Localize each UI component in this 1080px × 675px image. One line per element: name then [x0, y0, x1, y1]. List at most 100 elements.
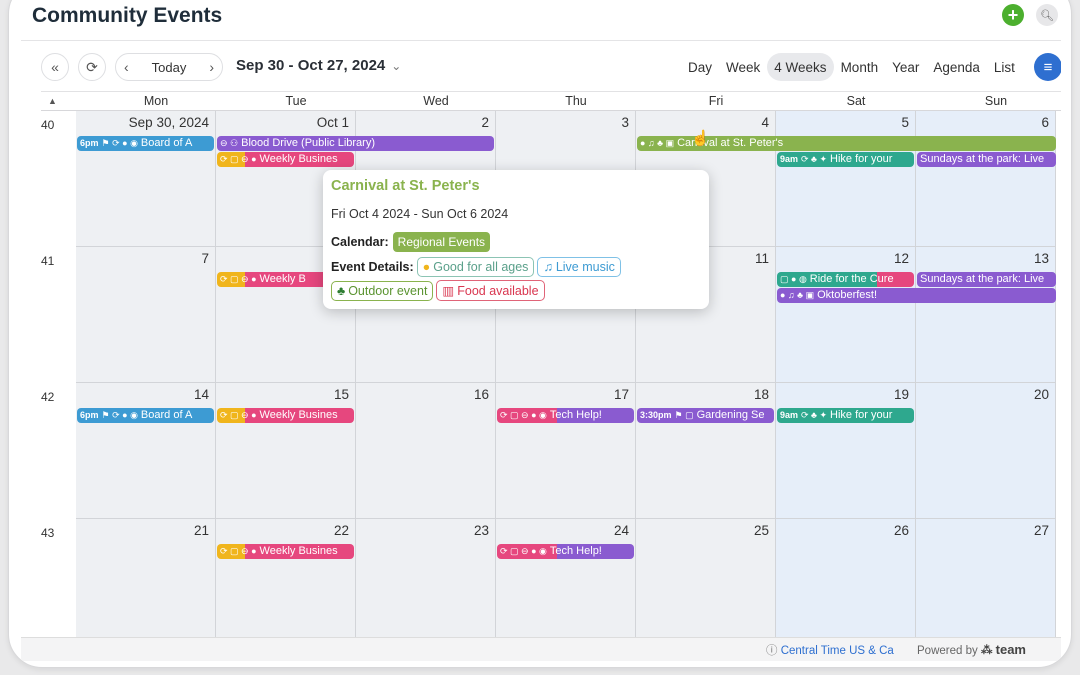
tag-food-available[interactable]: ▥ Food available	[436, 280, 545, 301]
day-cell[interactable]: 20	[916, 383, 1056, 519]
popcorn-icon: ▥	[442, 284, 455, 298]
view-list[interactable]: List	[987, 53, 1022, 81]
day-cell[interactable]: 5	[776, 111, 916, 247]
weekday-label: Mon	[143, 94, 169, 108]
view-switcher: Day Week 4 Weeks Month Year Agenda List	[681, 53, 1022, 81]
view-4-weeks[interactable]: 4 Weeks	[767, 53, 834, 81]
day-cell[interactable]: 27	[916, 519, 1056, 655]
event-gardening[interactable]: 3:30pm ⚑ ▢ Gardening Se	[637, 408, 774, 423]
chevron-right-icon[interactable]: ›	[209, 59, 214, 75]
hand-cursor-icon: ☝	[691, 130, 710, 147]
day-cell[interactable]: 16	[356, 383, 496, 519]
event-title: Gardening Se	[696, 409, 765, 421]
menu-button[interactable]: ≡	[1034, 53, 1061, 81]
day-cell[interactable]: 13	[916, 247, 1056, 383]
day-cell[interactable]: 19	[776, 383, 916, 519]
day-cell[interactable]: 25	[636, 519, 776, 655]
event-popup: Carnival at St. Peter's Fri Oct 4 2024 -…	[323, 170, 709, 309]
timezone-link[interactable]: ⓘ Central Time US & Ca	[766, 642, 894, 658]
view-agenda[interactable]: Agenda	[926, 53, 987, 81]
day-cell[interactable]: 17	[496, 383, 636, 519]
event-tags-icon: ● ♫ ♣ ▣	[640, 138, 675, 148]
event-hike[interactable]: 9am ⟳ ♣ ✦ Hike for your	[777, 152, 914, 167]
view-year[interactable]: Year	[885, 53, 926, 81]
day-number: 3	[621, 115, 629, 130]
event-hike[interactable]: 9am ⟳ ♣ ✦ Hike for your	[777, 408, 914, 423]
day-cell[interactable]: 15	[216, 383, 356, 519]
today-button[interactable]: Today	[152, 60, 187, 75]
day-cell[interactable]: Sep 30, 2024	[76, 111, 216, 247]
tag-good-for-all-ages[interactable]: ● Good for all ages	[416, 257, 535, 277]
event-title: Sundays at the park: Live	[920, 273, 1045, 285]
day-cell[interactable]: 6	[916, 111, 1056, 247]
event-title: Hike for your	[830, 153, 893, 165]
event-tech-help[interactable]: ⟳ ▢ ⊖ ● ◉ Tech Help!	[497, 544, 634, 559]
event-repeat-icon: ⟳ ▢ ⊖ ●	[220, 154, 257, 164]
day-number: 27	[1033, 523, 1049, 538]
view-day[interactable]: Day	[681, 53, 719, 81]
event-repeat-icon: ⟳ ▢ ⊖ ● ◉	[500, 410, 547, 420]
chevron-left-icon[interactable]: ‹	[124, 59, 129, 75]
event-oktoberfest[interactable]: ● ♫ ♣ ▣ Oktoberfest!	[777, 288, 1056, 303]
event-title: Weekly Busines	[259, 545, 338, 557]
day-cell[interactable]: 23	[356, 519, 496, 655]
weekday-label: Sun	[984, 94, 1008, 108]
day-cell[interactable]: 24	[496, 519, 636, 655]
week-number: 43	[41, 526, 55, 540]
event-weekly-business[interactable]: ⟳ ▢ ⊖ ● Weekly B	[217, 272, 327, 287]
day-cell[interactable]: 7	[76, 247, 216, 383]
event-sundays-park[interactable]: Sundays at the park: Live	[917, 152, 1056, 167]
search-button[interactable]: 🔍︎	[1036, 4, 1058, 26]
tag-outdoor-event[interactable]: ♣ Outdoor event	[331, 280, 434, 301]
event-sundays-park[interactable]: Sundays at the park: Live	[917, 272, 1056, 287]
brand-name: team	[995, 642, 1026, 657]
tag-label: Outdoor event	[348, 283, 428, 298]
tag-live-music[interactable]: ♫ Live music	[537, 257, 621, 277]
date-nav-group: ‹ Today ›	[115, 53, 223, 81]
event-title: Weekly B	[259, 273, 306, 285]
event-ride-cure[interactable]: ▢ ● ◍ Ride for the Cure	[777, 272, 914, 287]
event-tech-help[interactable]: ⟳ ▢ ⊖ ● ◉ Tech Help!	[497, 408, 634, 423]
details-label: Event Details:	[331, 260, 414, 274]
week-number: 41	[41, 254, 55, 268]
smiley-icon: ●	[422, 260, 431, 274]
weekday-header: Mon Tue Wed Thu Fri Sat Sun	[41, 91, 1061, 111]
footer: ⓘ Central Time US & Ca Powered by ⁂ team	[21, 637, 1061, 661]
double-chevron-left-icon: «	[51, 59, 59, 75]
tree-icon: ♣	[337, 283, 346, 298]
music-note-icon: ♫	[543, 260, 553, 274]
day-cell[interactable]: 21	[76, 519, 216, 655]
hamburger-icon: ≡	[1043, 58, 1053, 76]
event-time: 6pm	[80, 410, 99, 420]
day-number: 26	[893, 523, 909, 538]
date-range-selector[interactable]: Sep 30 - Oct 27, 2024 ⌄	[236, 57, 401, 74]
calendar-chip[interactable]: Regional Events	[392, 232, 491, 252]
event-weekly-business[interactable]: ⟳ ▢ ⊖ ● Weekly Busines	[217, 408, 354, 423]
day-cell[interactable]: 26	[776, 519, 916, 655]
collapse-sidebar-button[interactable]: «	[41, 53, 69, 81]
popup-title[interactable]: Carnival at St. Peter's	[331, 178, 480, 194]
event-title: Sundays at the park: Live	[920, 153, 1045, 165]
event-time: 9am	[780, 410, 799, 420]
event-board-meeting[interactable]: 6pm ⚑ ⟳ ● ◉ Board of A	[77, 136, 214, 151]
event-weekly-business[interactable]: ⟳ ▢ ⊖ ● Weekly Busines	[217, 152, 354, 167]
view-week[interactable]: Week	[719, 53, 767, 81]
day-number: 19	[893, 387, 909, 402]
device-frame: Community Events + 🔍︎ « ⟳ ‹ Today › Sep …	[8, 0, 1072, 668]
event-weekly-business[interactable]: ⟳ ▢ ⊖ ● Weekly Busines	[217, 544, 354, 559]
day-number: 6	[1041, 115, 1049, 130]
event-time: 6pm	[80, 138, 99, 148]
day-number: 24	[613, 523, 629, 538]
add-event-button[interactable]: +	[1002, 4, 1024, 26]
weekday-label: Fri	[708, 94, 724, 108]
day-cell[interactable]: 12	[776, 247, 916, 383]
day-number: Sep 30, 2024	[128, 115, 209, 130]
day-cell[interactable]: 22	[216, 519, 356, 655]
event-board-meeting[interactable]: 6pm ⚑ ⟳ ● ◉ Board of A	[77, 408, 214, 423]
info-icon: ⓘ	[766, 645, 781, 657]
day-cell[interactable]: 14	[76, 383, 216, 519]
event-blood-drive[interactable]: ⊖ ⚇ Blood Drive (Public Library)	[217, 136, 494, 151]
view-month[interactable]: Month	[834, 53, 886, 81]
refresh-button[interactable]: ⟳	[78, 53, 106, 81]
day-cell[interactable]: 18	[636, 383, 776, 519]
